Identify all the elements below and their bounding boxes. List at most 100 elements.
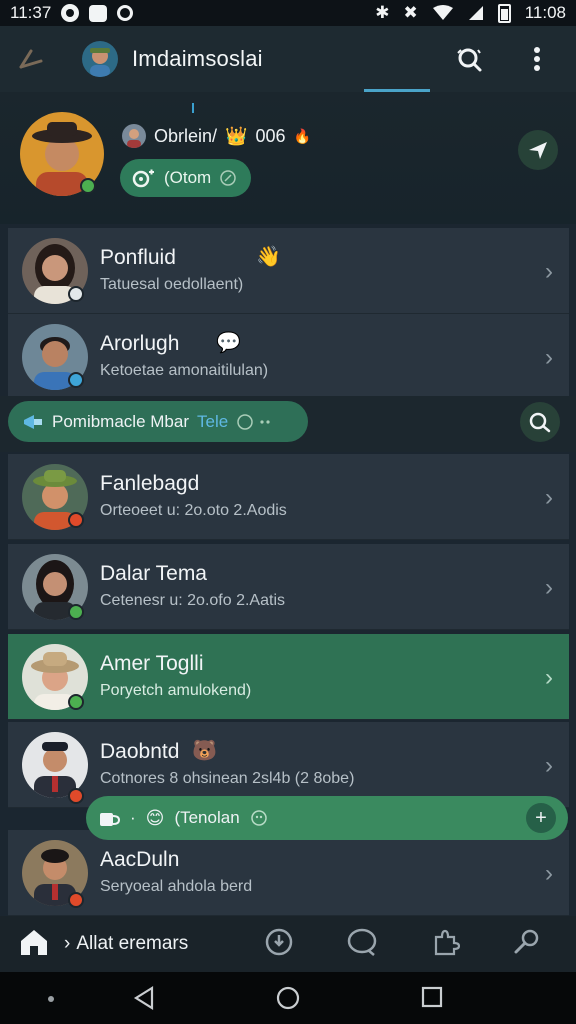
chat-row[interactable]: Ponfluid 👋 Tatuesal oedollaent) ›: [8, 228, 569, 314]
chat-row-active[interactable]: Amer Toglli Poryetch amulokend) ›: [8, 634, 569, 720]
status-time-right: 11:08: [524, 3, 566, 22]
wave-icon: 👋: [256, 246, 281, 268]
more-vertical-icon: [534, 47, 540, 71]
app-bar: Imdaimsoslai: [0, 26, 576, 92]
back-button[interactable]: [14, 42, 48, 76]
profile-name-row: Obrlein/ 👑 006 🔥: [122, 124, 311, 148]
download-icon: [265, 928, 293, 955]
sync-icon: [117, 5, 134, 21]
bluetooth-icon: ✱: [375, 3, 390, 22]
chat-name: Arorlugh: [100, 332, 180, 355]
chat-preview: Cetenesr u: 2o.ofo 2.Aatis: [100, 592, 285, 609]
profile-name: Obrlein/: [154, 125, 218, 146]
puzzle-icon: [434, 929, 461, 955]
community-banner[interactable]: Pomibmacle Mbar Tele: [8, 401, 308, 442]
recents-square-icon[interactable]: [421, 986, 443, 1008]
emoji-icon: [250, 810, 267, 826]
breadcrumb-label: Allat eremars: [76, 933, 189, 954]
chevron-right-icon: ›: [545, 344, 553, 371]
chat-name: Fanlebagd: [100, 472, 200, 495]
chevron-right-icon: ›: [545, 258, 553, 285]
chat-name: Ponfluid: [100, 246, 176, 269]
wifi-icon: [432, 5, 453, 20]
chat-row[interactable]: AacDuln Seryoeal ahdola berd ›: [8, 830, 569, 916]
assistant-dot-icon[interactable]: [48, 996, 54, 1002]
small-avatar: [122, 124, 146, 148]
status-bar: 11:37 ✱ ✖ 11:08: [0, 0, 576, 26]
send-button[interactable]: [518, 130, 558, 170]
signal-icon: [468, 6, 483, 20]
chat-preview: Ketoetae amonaitilulan): [100, 362, 269, 379]
status-text: (Otom: [164, 168, 212, 187]
compose-bar[interactable]: · 😊 (Tenolan +: [86, 796, 568, 840]
chat-name: Daobntd: [100, 740, 180, 763]
nav-puzzle-button[interactable]: [430, 927, 461, 962]
status-badge: [68, 512, 84, 528]
search-button[interactable]: [452, 42, 486, 76]
bear-icon: 🐻: [192, 740, 217, 762]
page-title: Imdaimsoslai: [132, 46, 263, 71]
search-icon: [529, 412, 551, 433]
chat-preview: Orteoeet u: 2o.oto 2.Aodis: [100, 502, 287, 519]
profile-badge-count: 006: [255, 125, 286, 146]
chat-preview: Tatuesal oedollaent): [100, 276, 244, 293]
fire-icon: 🔥: [293, 127, 311, 144]
info-icon: [220, 170, 236, 186]
home-icon: [21, 929, 47, 955]
chat-preview: Seryoeal ahdola berd: [100, 878, 253, 895]
search-community-button[interactable]: [520, 402, 560, 442]
app-notification-icon: [89, 4, 108, 22]
status-badge: [68, 788, 84, 804]
back-triangle-icon[interactable]: [132, 986, 156, 1010]
search-icon: [514, 929, 539, 953]
search-icon: [457, 48, 482, 72]
status-badge: [68, 892, 84, 908]
chat-name: AacDuln: [100, 848, 180, 871]
emoji-icon: [237, 413, 270, 430]
message-icon: 💬: [216, 332, 241, 354]
separator-dot: ·: [130, 808, 136, 827]
chat-bubble-icon: [347, 928, 377, 956]
chat-row[interactable]: Dalar Tema Cetenesr u: 2o.ofo 2.Aatis ›: [8, 544, 569, 630]
chat-name: Dalar Tema: [100, 562, 207, 585]
chevron-right-icon: ›: [545, 752, 553, 779]
chat-name: Amer Toglli: [100, 652, 204, 675]
cup-icon: [100, 813, 120, 826]
plus-icon: +: [535, 806, 547, 829]
mute-icon: ✖: [403, 3, 418, 22]
chevron-right-icon: ›: [64, 933, 71, 954]
chat-row[interactable]: Fanlebagd Orteoeet u: 2o.oto 2.Aodis ›: [8, 454, 569, 540]
chevron-right-icon: ›: [545, 860, 553, 887]
chevron-right-icon: ›: [545, 574, 553, 601]
breadcrumb[interactable]: › Allat eremars: [64, 933, 188, 955]
nav-chat-button[interactable]: [346, 927, 378, 962]
chat-row[interactable]: Arorlugh 💬 Ketoetae amonaitilulan) ›: [8, 314, 569, 400]
avatar[interactable]: [82, 41, 118, 77]
back-arrow-icon: [19, 49, 43, 69]
smile-icon: 😊: [145, 807, 165, 828]
home-circle-icon[interactable]: [276, 986, 300, 1010]
bottom-nav: › Allat eremars: [0, 916, 576, 972]
home-button[interactable]: [18, 927, 50, 962]
avatar-image: [82, 41, 118, 77]
battery-icon: [497, 3, 511, 23]
chevron-right-icon: ›: [545, 664, 553, 691]
chat-preview: Cotnores 8 ohsinean 2sl4b (2 8obe): [100, 770, 355, 787]
divider: [192, 103, 194, 113]
profile-card[interactable]: Obrlein/ 👑 006 🔥 (Otom: [0, 92, 576, 224]
chevron-right-icon: ›: [545, 484, 553, 511]
status-badge: [68, 694, 84, 710]
status-time: 11:37: [10, 3, 52, 22]
compose-text: (Tenolan: [174, 808, 240, 827]
nav-search-button[interactable]: [512, 927, 542, 962]
chat-preview: Poryetch amulokend): [100, 682, 252, 699]
more-options-button[interactable]: [520, 42, 554, 76]
status-pill[interactable]: (Otom: [120, 159, 252, 197]
status-badge: [68, 286, 84, 302]
add-button[interactable]: +: [526, 803, 556, 833]
community-accent: Tele: [197, 411, 229, 431]
online-status-badge: [80, 178, 96, 194]
status-badge: [68, 604, 84, 620]
megaphone-icon: [24, 414, 42, 429]
nav-download-button[interactable]: [264, 927, 294, 962]
